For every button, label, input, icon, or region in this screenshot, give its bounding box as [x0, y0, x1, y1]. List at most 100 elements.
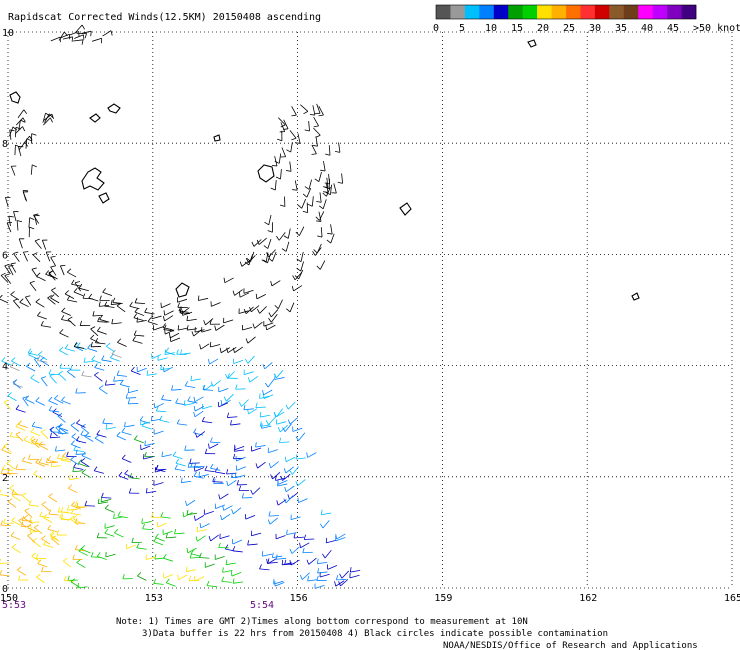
wind-barb [231, 572, 242, 577]
wind-barb [250, 251, 255, 262]
wind-barb-flag [285, 404, 289, 410]
wind-barb-flag [76, 419, 81, 424]
wind-barb [234, 289, 243, 296]
wind-barb-flag [323, 191, 329, 193]
wind-barb [323, 161, 326, 172]
wind-barb-flag [31, 421, 36, 427]
wind-barb [81, 375, 92, 378]
wind-barb [300, 542, 310, 549]
wind-barb-flag [261, 551, 264, 557]
wind-barb-flag [0, 558, 1, 563]
wind-barb-flag [177, 325, 180, 331]
wind-barb [212, 380, 222, 387]
wind-barb [157, 357, 168, 361]
wind-barb-flag [160, 512, 164, 518]
wind-barb-flag [66, 268, 72, 273]
wind-barb [76, 440, 87, 444]
wind-barb-flag [295, 454, 298, 460]
legend-swatch [479, 5, 495, 19]
wind-barb [251, 532, 262, 537]
wind-barb [219, 493, 229, 500]
wind-barb-flag [186, 547, 189, 553]
wind-barb-flag [23, 514, 29, 519]
wind-barb [163, 557, 174, 562]
wind-barb-flag [274, 304, 279, 309]
wind-barb-flag [318, 114, 324, 117]
wind-barb-flag [90, 31, 92, 37]
wind-barb-flag [220, 514, 223, 520]
legend-swatch [580, 5, 596, 19]
wind-barb [73, 450, 84, 452]
wind-barb [292, 466, 299, 475]
wind-barb-flag [35, 397, 40, 402]
wind-barb-flag [54, 394, 59, 399]
wind-barb-flag [208, 359, 210, 365]
y-tick-label: 4 [2, 362, 8, 373]
wind-barb-flag [226, 412, 229, 418]
wind-barb-flag [96, 552, 101, 557]
wind-barb [262, 553, 273, 557]
wind-barb [116, 374, 127, 377]
y-tick-label: 6 [2, 250, 8, 261]
wind-barb [17, 109, 25, 119]
wind-barb [13, 211, 17, 222]
wind-barb-flag [259, 564, 262, 570]
wind-barb-flag [31, 133, 37, 136]
wind-barb [26, 366, 36, 372]
wind-barb-flag [30, 374, 35, 379]
wind-barb [319, 573, 330, 578]
wind-barb [308, 121, 310, 132]
wind-barb-flag [105, 342, 111, 347]
wind-barb [278, 479, 288, 485]
wind-barb-flag [10, 262, 16, 265]
wind-barb-flag [59, 346, 64, 351]
wind-barb [60, 265, 65, 276]
wind-barb-flag [9, 431, 13, 437]
wind-barb [133, 317, 144, 321]
wind-barb-flag [94, 434, 100, 439]
wind-barb-flag [320, 169, 326, 172]
wind-barb-flag [73, 287, 78, 293]
wind-barb [18, 238, 23, 249]
wind-barb-flag [172, 451, 177, 456]
wind-barb-flag [10, 531, 15, 537]
wind-barb-flag [87, 344, 91, 349]
wind-barb-flag [9, 484, 14, 489]
wind-barb [272, 251, 277, 262]
wind-barb-flag [231, 509, 234, 515]
wind-barb [136, 319, 147, 323]
color-scale-ticks: 051015202530354045>50 knots [433, 23, 740, 34]
wind-barb [69, 477, 80, 480]
wind-barb-flag [277, 138, 283, 142]
wind-barb-flag [304, 129, 310, 132]
wind-barb [204, 469, 215, 473]
wind-barb [124, 473, 134, 479]
wind-barb-flag [222, 505, 224, 511]
wind-barb-flag [232, 453, 236, 459]
wind-barb [67, 371, 76, 378]
wind-barb-flag [1, 445, 6, 451]
wind-barb [73, 467, 84, 470]
wind-barb [34, 240, 42, 249]
wind-barb-flag [193, 428, 197, 433]
wind-barb-flag [266, 558, 268, 564]
wind-barb [271, 280, 281, 287]
wind-barb-flag [151, 353, 153, 359]
wind-barb [211, 302, 221, 307]
wind-barb [291, 106, 297, 116]
wind-barb [321, 512, 332, 516]
wind-barb [48, 513, 59, 516]
wind-barb [142, 528, 153, 531]
wind-barb [341, 570, 350, 579]
wind-barb [224, 277, 234, 284]
wind-barb-flag [83, 357, 86, 363]
wind-barb-flag [30, 435, 35, 440]
wind-barb-flag [23, 435, 28, 441]
wind-barb-flag [49, 117, 53, 123]
wind-barb-flag [245, 358, 249, 364]
wind-barb-flag [146, 370, 149, 376]
wind-barb-flag [91, 355, 96, 361]
wind-barb [247, 355, 255, 364]
wind-barb-flag [219, 347, 222, 353]
wind-barb [300, 261, 304, 272]
